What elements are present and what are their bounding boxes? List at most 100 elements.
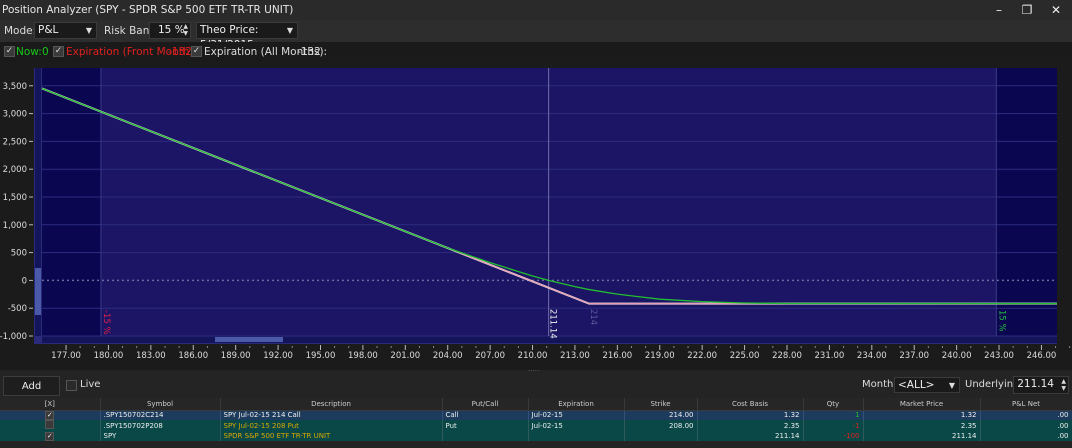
cell-cost: 2.35 [697, 420, 804, 431]
month-select[interactable]: <ALL> ▼ [894, 377, 960, 393]
column-header[interactable]: Strike [624, 398, 698, 411]
x-tick-label: 228.00 [772, 351, 802, 361]
y-tick-label: 1,000 [3, 221, 27, 231]
underlying-spinner[interactable]: 211.14 ▲ ▼ [1013, 376, 1069, 394]
row-checkbox[interactable]: ✓ [0, 410, 101, 420]
mode-label: Mode: [4, 25, 37, 37]
all-months-value: -132 [297, 46, 321, 58]
x-tick-label: 219.00 [645, 351, 675, 361]
column-header[interactable]: Symbol [100, 398, 221, 411]
risk-band-spinner[interactable]: 15 % ▲ ▼ [149, 22, 191, 39]
cell-market: 1.32 [863, 410, 981, 420]
restore-button[interactable]: ❐ [1013, 0, 1041, 20]
table-row[interactable]: ✓ SPY SPDR S&P 500 ETF TR-TR UNIT 211.14 -10… [0, 431, 1072, 441]
positions-table: [X] Symbol Description Put/Call Expiration St… [0, 398, 1072, 441]
title-bar: Position Analyzer (SPY - SPDR S&P 500 ET… [0, 0, 1072, 20]
close-button[interactable]: ✕ [1042, 0, 1070, 20]
risk-band-low-label: -15 % [101, 310, 111, 335]
cell-cost: 211.14 [697, 431, 804, 441]
theo-price-select[interactable]: Theo Price: 5/31/2015▼ [196, 22, 298, 51]
cell-symbol: .SPY150702P208 [100, 420, 221, 431]
now-value: 0 [42, 46, 49, 58]
row-checkbox[interactable] [0, 420, 101, 431]
y-tick-label: -500 [8, 304, 27, 314]
x-tick-label: 207.00 [475, 351, 505, 361]
mode-select[interactable]: P&L ▼ [34, 22, 97, 39]
table-row[interactable]: .SPY150702P208 SPY Jul-02-15 208 Put Put Ju… [0, 420, 1072, 431]
cell-market: 211.14 [863, 431, 981, 441]
column-header[interactable]: Expiration [528, 398, 625, 411]
cell-strike: 208.00 [624, 420, 698, 431]
column-header[interactable]: Qty [803, 398, 864, 411]
chevron-down-icon: ▼ [85, 26, 92, 35]
x-tick-label: 243.00 [984, 351, 1014, 361]
month-value: <ALL> [898, 379, 935, 391]
spinner-arrows-icon[interactable]: ▲ ▼ [1061, 378, 1066, 392]
y-tick-label: 3,500 [3, 82, 27, 92]
front-month-checkbox[interactable]: ✓ [53, 46, 64, 57]
cell-expiration [528, 431, 625, 441]
column-header[interactable]: Cost Basis [697, 398, 804, 411]
horizontal-scrollbar-thumb[interactable] [215, 337, 283, 342]
vertical-scrollbar-thumb[interactable] [35, 268, 41, 315]
x-tick-label: 216.00 [602, 351, 632, 361]
underlying-label: 211.14 [548, 309, 558, 339]
y-tick-label: 1,500 [3, 193, 27, 203]
column-header[interactable]: [X] [0, 398, 101, 411]
cell-putcall [442, 431, 529, 441]
x-tick-label: 186.00 [178, 351, 208, 361]
y-tick-label: 500 [11, 249, 27, 259]
now-checkbox[interactable]: ✓ [4, 46, 15, 57]
live-checkbox[interactable] [66, 380, 77, 391]
x-tick-label: 225.00 [730, 351, 760, 361]
column-header[interactable]: Put/Call [442, 398, 529, 411]
cell-market: 2.35 [863, 420, 981, 431]
column-header[interactable]: Market Price [863, 398, 981, 411]
x-tick-label: 177.00 [51, 351, 81, 361]
cell-strike: 214.00 [624, 410, 698, 420]
checkmark-icon[interactable]: ✓ [45, 410, 55, 420]
x-tick-label: 192.00 [263, 351, 293, 361]
splitter-grip-icon[interactable]: ····· [528, 367, 539, 375]
x-tick-label: 240.00 [942, 351, 972, 361]
add-position-button[interactable]: Add Position [3, 376, 60, 412]
y-tick-label: 2,500 [3, 137, 27, 147]
x-tick-label: 237.00 [899, 351, 929, 361]
plot-area [42, 68, 1057, 336]
cell-qty: -1 [803, 420, 864, 431]
risk-band-high-label: 15 % [996, 310, 1006, 332]
minimize-button[interactable]: – [985, 0, 1013, 20]
x-tick-label: 195.00 [306, 351, 336, 361]
table-row[interactable]: ✓ .SPY150702C214 SPY Jul-02-15 214 Call Cal… [0, 410, 1072, 420]
toolbar: Mode: P&L ▼ Risk Band: 15 % ▲ ▼ Theo Price:… [0, 20, 1072, 51]
cell-cost: 1.32 [697, 410, 804, 420]
window-title: Position Analyzer (SPY - SPDR S&P 500 ET… [2, 4, 294, 16]
column-header[interactable]: Description [220, 398, 443, 411]
cell-symbol: SPY [100, 431, 221, 441]
cell-strike [624, 431, 698, 441]
cell-symbol: .SPY150702C214 [100, 410, 221, 420]
checkmark-icon[interactable]: ✓ [45, 431, 55, 441]
cell-description: SPY Jul-02-15 214 Call [220, 410, 443, 420]
y-tick-label: 2,000 [3, 165, 27, 175]
row-checkbox[interactable]: ✓ [0, 431, 101, 441]
risk-band-value: 15 % [158, 24, 185, 36]
x-tick-label: 231.00 [815, 351, 845, 361]
month-label: Month: [862, 379, 897, 390]
cell-putcall: Call [442, 410, 529, 420]
mode-value: P&L [38, 24, 59, 36]
chevron-down-icon: ▼ [286, 26, 293, 35]
column-header[interactable]: P&L Net [980, 398, 1072, 411]
now-label: Now: [16, 46, 42, 58]
pnl-chart: -1,000 -500 0 500 1,000 1,500 2,000 2,500 3,000 3… [0, 68, 1071, 361]
live-label: Live [80, 379, 101, 390]
x-tick-label: 189.00 [221, 351, 251, 361]
empty-checkbox-icon[interactable] [45, 420, 55, 429]
all-months-checkbox[interactable]: ✓ [191, 46, 202, 57]
spinner-arrows-icon[interactable]: ▲ ▼ [183, 23, 188, 37]
cell-qty: -100 [803, 431, 864, 441]
y-tick-label: 0 [22, 276, 27, 286]
cell-expiration: Jul-02-15 [528, 410, 625, 420]
front-month-value: -132 [168, 46, 192, 58]
strike-marker-label: 214 [588, 309, 598, 325]
